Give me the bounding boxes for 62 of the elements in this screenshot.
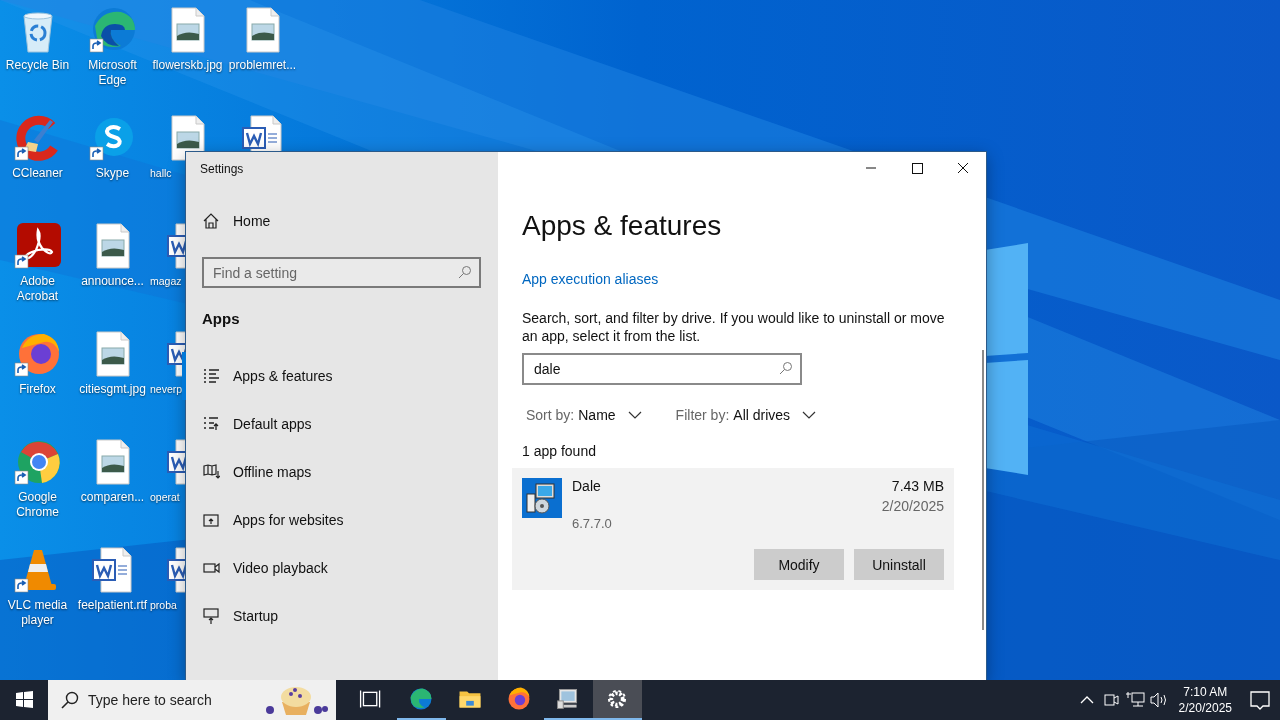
muffin-icon [264, 684, 328, 716]
list-icon [202, 367, 220, 385]
window-title: Settings [199, 162, 245, 178]
clock[interactable]: 7:10 AM 2/20/2025 [1170, 684, 1240, 716]
list-arrow-icon [202, 415, 220, 433]
app-size: 7.43 MB [891, 478, 944, 494]
icon-label[interactable]: magaz [150, 274, 182, 289]
dropdown[interactable]: Sort by: Name [526, 407, 642, 423]
installer-icon [522, 478, 562, 518]
search-icon [60, 690, 80, 710]
app-date: 2/20/2025 [881, 498, 944, 514]
icon-label[interactable]: VLC media player [0, 598, 75, 628]
chrome-icon[interactable] [13, 438, 62, 486]
icon-label[interactable]: feelpatient.rtf [77, 598, 148, 613]
icon-label[interactable]: flowerskb.jpg [152, 58, 223, 73]
nav-item[interactable]: Apps & features [182, 352, 498, 400]
app-version: 6.7.7.0 [572, 516, 613, 531]
search-box[interactable]: Type here to search [48, 680, 336, 720]
icon-label[interactable]: problemret... [228, 58, 297, 73]
dropdown[interactable]: Filter by: All drives [675, 407, 817, 423]
search-field[interactable]: Type here to search [86, 691, 264, 709]
action-button[interactable]: Uninstall [854, 549, 944, 580]
acrobat-icon[interactable] [13, 222, 62, 270]
search-icon [779, 361, 793, 375]
search-icon [458, 265, 472, 279]
monitor-arrow-icon [202, 607, 220, 625]
nav-item[interactable]: Offline maps [182, 448, 498, 496]
icon-label[interactable]: Adobe Acrobat [0, 274, 75, 304]
scrollbar[interactable] [982, 350, 984, 630]
icon-label[interactable]: comparen... [80, 490, 145, 505]
icon-label[interactable]: citiesgmt.jpg [79, 382, 146, 397]
icon-label[interactable]: Skype [95, 166, 130, 181]
search-field[interactable]: Find a setting [202, 257, 481, 288]
app-name: Dale [572, 478, 602, 494]
section-heading: Apps [201, 310, 241, 327]
chevron-down-icon [627, 410, 642, 420]
action-button[interactable]: Modify [754, 549, 844, 580]
nav-item[interactable]: Startup [182, 592, 498, 640]
icon-label[interactable]: Recycle Bin [5, 58, 70, 73]
chevron-down-icon [802, 410, 817, 420]
app-entry[interactable]: Dale 6.7.7.0 7.43 MB 2/20/2025 Modify Uninstall [512, 468, 954, 590]
icon-label[interactable]: hallc [150, 166, 172, 181]
description-text: Search, sort, and filter by drive. If you would like to uninstall or move an app, select it from the list. [522, 309, 946, 345]
page-title: Apps & features [522, 209, 722, 243]
icon-label[interactable]: Firefox [19, 382, 56, 397]
edge-icon[interactable] [88, 6, 137, 54]
icon-label[interactable]: proba [150, 598, 177, 613]
icon-label[interactable]: Google Chrome [0, 490, 75, 520]
map-icon [202, 463, 220, 481]
home-icon [202, 212, 220, 230]
icon-label[interactable]: Microsoft Edge [75, 58, 150, 88]
nav-item[interactable]: Apps for websites [182, 496, 498, 544]
result-count: 1 app found [522, 443, 596, 459]
icon-label[interactable]: neverp [150, 382, 183, 397]
icon-label[interactable]: operat [150, 490, 180, 505]
icon-label[interactable]: CCleaner [12, 166, 63, 181]
icon-label[interactable]: announce... [81, 274, 144, 289]
search-field[interactable]: dale [522, 353, 802, 385]
nav-item[interactable]: Default apps [182, 400, 498, 448]
nav-item[interactable]: Video playback [182, 544, 498, 592]
home-link[interactable]: Home [182, 201, 498, 241]
link[interactable]: App execution aliases [522, 271, 659, 287]
